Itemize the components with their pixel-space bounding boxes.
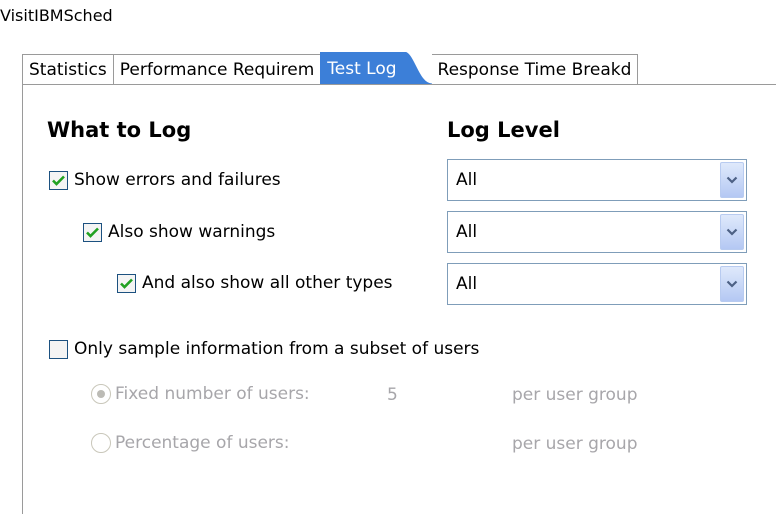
errors-log-level-select[interactable]: All <box>447 159 747 201</box>
errors-log-level-value: All <box>456 170 478 190</box>
chevron-down-icon[interactable] <box>720 214 744 250</box>
show-errors-label: Show errors and failures <box>74 170 281 190</box>
checkmark-icon <box>52 175 65 186</box>
chevron-down-icon[interactable] <box>720 162 744 198</box>
show-errors-option[interactable]: Show errors and failures <box>49 170 281 190</box>
tab-panel-border-left <box>22 84 23 514</box>
all-types-log-level-value: All <box>456 274 478 294</box>
percentage-label: Percentage of users: <box>115 433 290 453</box>
checkmark-icon <box>120 278 133 289</box>
tab-statistics[interactable]: Statistics <box>22 54 114 84</box>
tab-panel-border-top <box>22 84 776 85</box>
chevron-down-icon[interactable] <box>720 266 744 302</box>
sample-subset-label: Only sample information from a subset of… <box>74 339 480 359</box>
warnings-log-level-value: All <box>456 222 478 242</box>
what-to-log-heading: What to Log <box>47 118 192 142</box>
fixed-number-label: Fixed number of users: <box>115 384 310 404</box>
show-warnings-option[interactable]: Also show warnings <box>83 222 275 242</box>
show-warnings-checkbox[interactable] <box>83 222 102 242</box>
warnings-log-level-select[interactable]: All <box>447 211 747 253</box>
tab-strip: Statistics Performance Requirem Test Log… <box>22 51 639 85</box>
radio-dot-icon <box>97 390 105 398</box>
sample-subset-option[interactable]: Only sample information from a subset of… <box>49 339 479 359</box>
fixed-number-radio[interactable] <box>91 384 111 404</box>
percentage-radio[interactable] <box>91 433 111 453</box>
checkmark-icon <box>86 227 99 238</box>
sample-subset-checkbox[interactable] <box>49 339 68 359</box>
percentage-suffix: per user group <box>512 434 638 454</box>
show-all-types-checkbox[interactable] <box>117 273 136 293</box>
tab-performance-requirements[interactable]: Performance Requirem <box>112 54 322 84</box>
log-level-heading: Log Level <box>447 118 560 142</box>
fixed-number-option[interactable]: Fixed number of users: <box>91 384 310 404</box>
window-title: VisitIBMSched <box>0 6 113 25</box>
test-log-editor: VisitIBMSched Statistics Performance Req… <box>0 0 776 514</box>
tab-test-log[interactable]: Test Log <box>320 52 404 84</box>
fixed-number-value[interactable]: 5 <box>387 385 398 405</box>
show-all-types-option[interactable]: And also show all other types <box>117 273 393 293</box>
show-errors-checkbox[interactable] <box>49 170 68 190</box>
active-tab-wedge <box>401 51 432 85</box>
percentage-option[interactable]: Percentage of users: <box>91 433 290 453</box>
tab-response-time-breakdown[interactable]: Response Time Breakd <box>431 54 639 84</box>
all-types-log-level-select[interactable]: All <box>447 263 747 305</box>
show-all-types-label: And also show all other types <box>142 273 393 293</box>
show-warnings-label: Also show warnings <box>108 222 276 242</box>
fixed-number-suffix: per user group <box>512 385 638 405</box>
